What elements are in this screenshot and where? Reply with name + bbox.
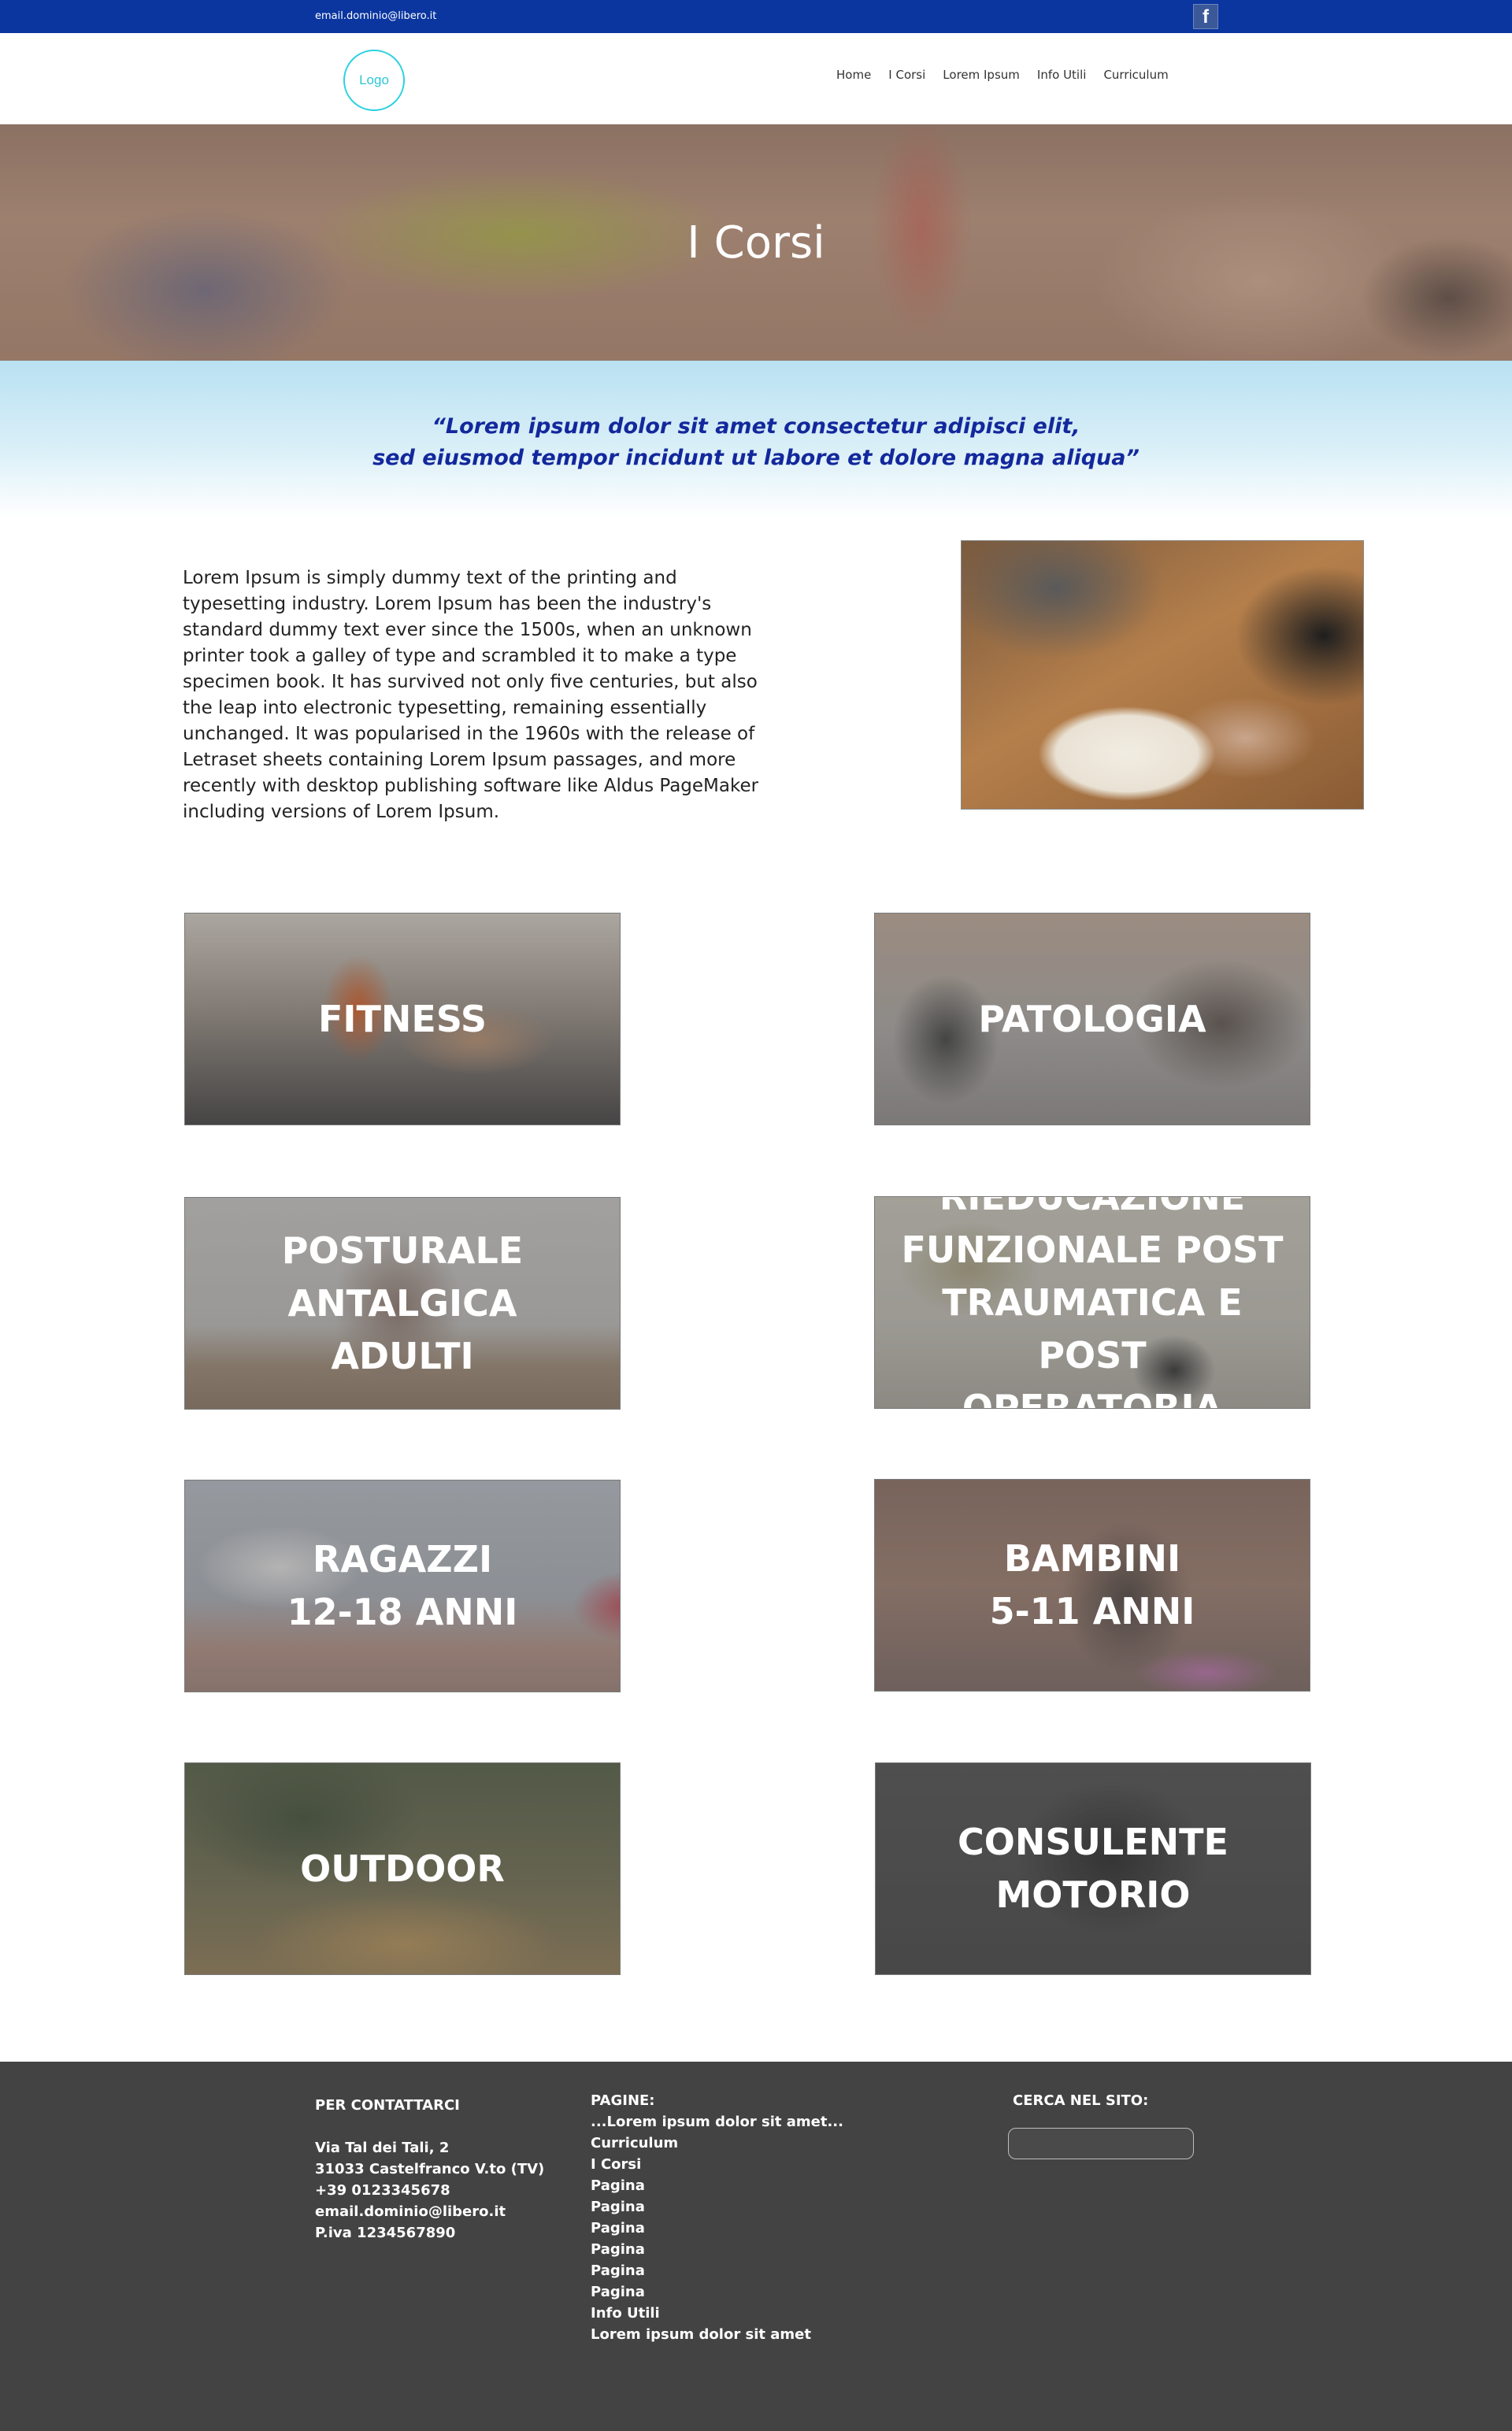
contact-address: Via Tal dei Tali, 2 [315,2140,450,2156]
footer-search-title: CERCA NEL SITO: [1013,2092,1149,2109]
course-label: RIEDUCAZIONE FUNZIONALE POST TRAUMATICA … [901,1196,1284,1409]
footer-page-link[interactable]: Pagina [591,2260,843,2281]
footer-page-link[interactable]: Pagina [591,2196,843,2218]
facebook-icon[interactable]: f [1193,4,1218,29]
course-label: OUTDOOR [300,1847,505,1890]
main-nav: Home I Corsi Lorem Ipsum Info Utili Curr… [836,68,1186,82]
intro-paragraph: Lorem Ipsum is simply dummy text of the … [183,568,759,822]
footer-page-link[interactable]: Curriculum [591,2133,843,2154]
contact-city: 31033 Castelfranco V.to (TV) [315,2161,545,2177]
site-footer: PER CONTATTARCI Via Tal dei Tali, 2 3103… [0,2062,1512,2431]
footer-search: CERCA NEL SITO: [1013,2090,1148,2111]
contact-vat: P.iva 1234567890 [315,2225,456,2241]
contact-email[interactable]: email.dominio@libero.it [315,2201,544,2222]
nav-lorem-ipsum[interactable]: Lorem Ipsum [943,68,1020,82]
site-search-input[interactable] [1008,2128,1194,2159]
footer-pages-title: PAGINE: [591,2092,655,2109]
hero-banner: I Corsi [0,124,1512,361]
course-label: FITNESS [317,997,487,1040]
nav-home[interactable]: Home [836,68,871,82]
footer-page-link[interactable]: Info Utili [591,2303,843,2324]
footer-page-link[interactable]: Pagina [591,2281,843,2303]
course-label: PATOLOGIA [978,997,1206,1040]
contact-phone[interactable]: +39 0123345678 [315,2180,544,2201]
course-label: RAGAZZI 12-18 ANNI [287,1538,518,1633]
nav-i-corsi[interactable]: I Corsi [888,68,925,82]
footer-contact: PER CONTATTARCI Via Tal dei Tali, 2 3103… [315,2095,544,2244]
course-card-patologia[interactable]: PATOLOGIA [874,913,1310,1125]
quote-band: “Lorem ipsum dolor sit amet consectetur … [0,361,1512,518]
footer-page-link[interactable]: Pagina [591,2175,843,2196]
page-title: I Corsi [687,217,825,269]
course-label: POSTURALE ANTALGICA ADULTI [281,1228,524,1377]
nav-curriculum[interactable]: Curriculum [1103,68,1168,82]
nav-info-utili[interactable]: Info Utili [1037,68,1087,82]
quote-text: “Lorem ipsum dolor sit amet consectetur … [0,411,1512,474]
course-card-outdoor[interactable]: OUTDOOR [184,1762,621,1975]
footer-page-link[interactable]: Lorem ipsum dolor sit amet [591,2324,843,2345]
footer-page-link[interactable]: Pagina [591,2239,843,2260]
footer-page-link[interactable]: ...Lorem ipsum dolor sit amet... [591,2111,843,2133]
footer-contact-title: PER CONTATTARCI [315,2097,460,2114]
course-label: BAMBINI 5-11 ANNI [989,1537,1195,1632]
footer-page-link[interactable]: I Corsi [591,2154,843,2175]
course-label: CONSULENTE MOTORIO [958,1821,1228,1916]
course-card-consulente[interactable]: CONSULENTE MOTORIO [875,1762,1311,1975]
course-card-rieducazione[interactable]: RIEDUCAZIONE FUNZIONALE POST TRAUMATICA … [874,1196,1310,1409]
site-header: Logo Home I Corsi Lorem Ipsum Info Utili… [0,33,1512,124]
quote-line-1: “Lorem ipsum dolor sit amet consectetur … [432,414,1080,439]
footer-pages: PAGINE: ...Lorem ipsum dolor sit amet...… [591,2090,843,2345]
footer-page-link[interactable]: Pagina [591,2218,843,2239]
course-card-ragazzi[interactable]: RAGAZZI 12-18 ANNI [184,1480,621,1692]
course-card-bambini[interactable]: BAMBINI 5-11 ANNI [874,1479,1310,1692]
intro-image [961,540,1364,810]
course-card-fitness[interactable]: FITNESS [184,913,621,1125]
course-card-posturale[interactable]: POSTURALE ANTALGICA ADULTI [184,1197,621,1410]
topbar-email[interactable]: email.dominio@libero.it [315,10,436,22]
quote-line-2: sed eiusmod tempor incidunt ut labore et… [372,446,1140,470]
logo[interactable]: Logo [343,50,405,111]
top-bar: email.dominio@libero.it f [0,0,1512,33]
